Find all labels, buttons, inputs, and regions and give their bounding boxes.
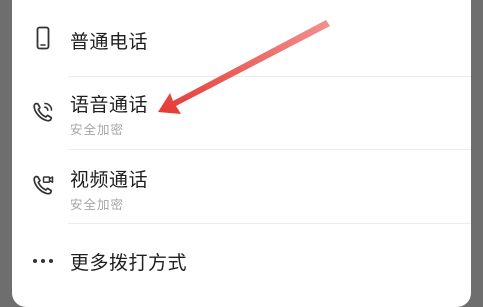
menu-item-subtitle: 安全加密 [70,122,125,137]
menu-item-more-options[interactable]: 更多拨打方式 [12,224,471,299]
menu-item-label: 普通电话 [70,31,149,53]
menu-item-phone-call[interactable]: 普通电话 [12,0,471,76]
menu-item-voice-call[interactable]: 语音通话 安全加密 [12,77,471,149]
call-options-sheet: 普通电话 语音通话 安全加密 视频通话 安全加密 更多拨打方式 [12,0,471,307]
menu-item-subtitle: 安全加密 [70,197,125,212]
menu-item-video-call[interactable]: 视频通话 安全加密 [12,150,471,223]
menu-item-label: 语音通话 [70,94,149,116]
phone-icon [30,25,56,51]
menu-item-label: 视频通话 [70,169,149,191]
video-call-icon [30,172,56,198]
voice-call-icon [30,99,56,125]
menu-item-label: 更多拨打方式 [70,252,188,274]
more-dots-icon [30,248,56,274]
